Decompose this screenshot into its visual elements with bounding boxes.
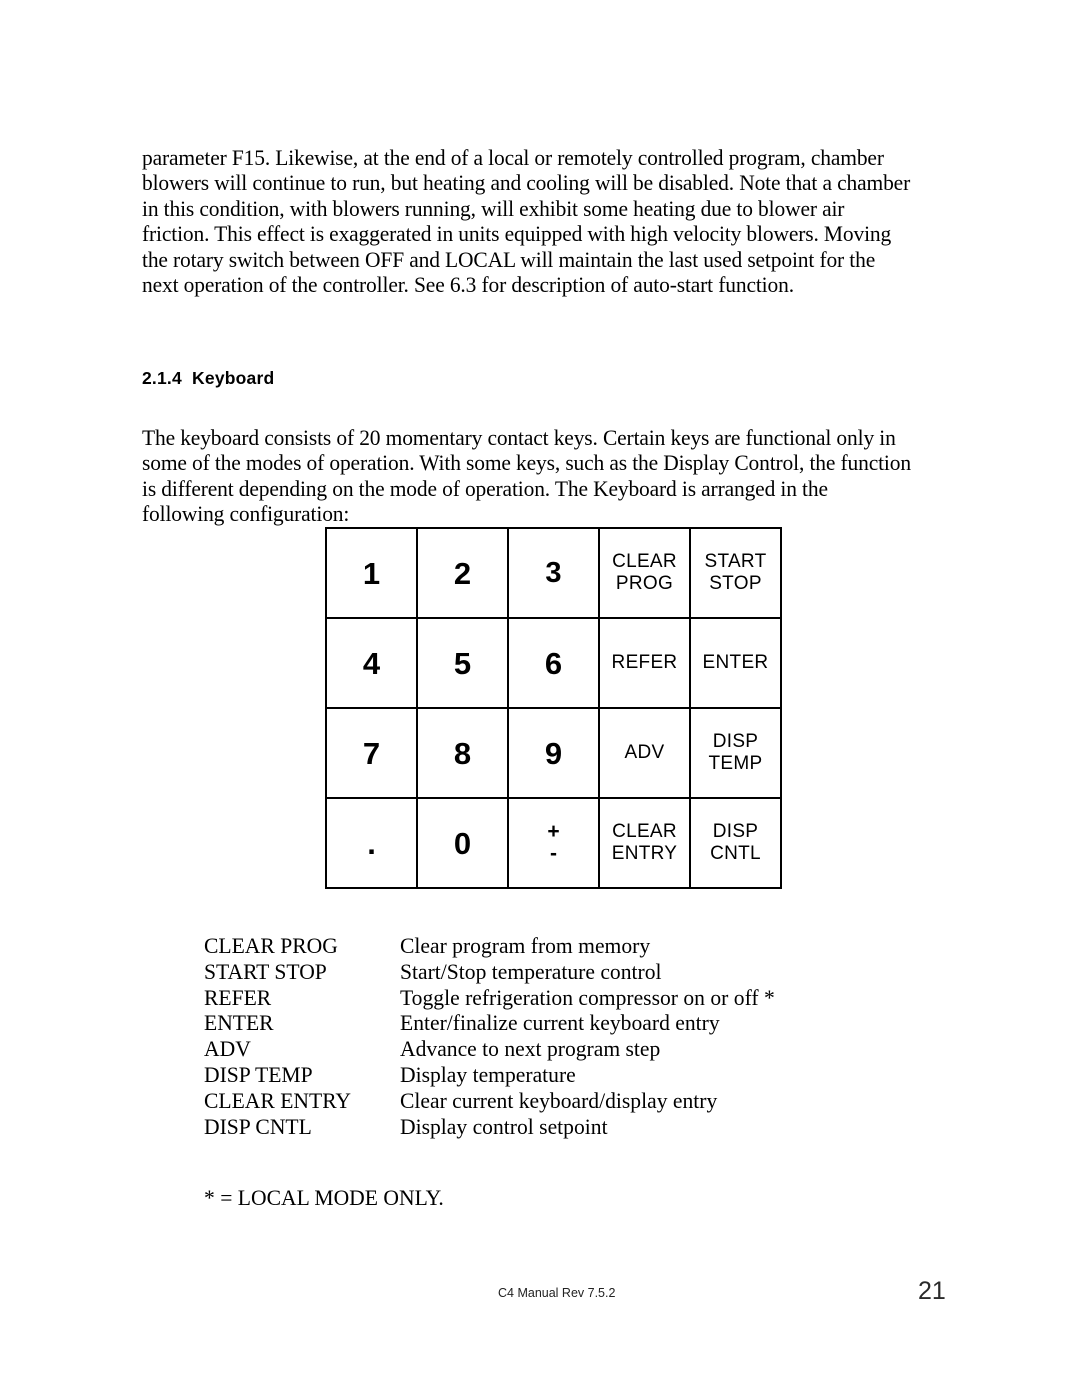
keypad-key-label: 2 xyxy=(453,555,472,591)
legend-description: Advance to next program step xyxy=(400,1036,661,1062)
keypad-key-5: 5 xyxy=(416,617,509,709)
keypad-key-refer: REFER xyxy=(598,617,691,709)
keypad-key-label: 0 xyxy=(453,825,472,861)
legend-description: Enter/finalize current keyboard entry xyxy=(400,1010,720,1036)
legend-description: Start/Stop temperature control xyxy=(400,958,662,984)
keypad-key-label-line2: ENTRY xyxy=(611,843,678,864)
keypad-key-label: 6 xyxy=(544,645,563,681)
list-item: ADV Advance to next program step xyxy=(204,1036,790,1062)
keypad-key-clear-prog: CLEAR PROG xyxy=(598,527,691,619)
keypad-key-6: 6 xyxy=(507,617,600,709)
list-item: CLEAR PROG Clear program from memory xyxy=(204,933,790,959)
legend-description: Clear program from memory xyxy=(400,933,651,958)
keypad-key-1: 1 xyxy=(325,527,418,619)
keypad-key-7: 7 xyxy=(325,707,418,799)
list-item: DISP CNTL Display control setpoint xyxy=(204,1114,790,1140)
list-item: DISP TEMP Display temperature xyxy=(204,1062,790,1088)
legend-description: Display temperature xyxy=(400,1061,576,1087)
keypad-key-label-line1: CLEAR xyxy=(612,551,677,572)
keypad-key-label-line1: DISP xyxy=(712,731,759,752)
keypad-key-label-line2: PROG xyxy=(615,573,674,594)
legend-description: Display control setpoint xyxy=(400,1113,608,1139)
keypad-key-adv: ADV xyxy=(598,707,691,799)
keypad-key-label: 4 xyxy=(362,645,381,681)
keypad-key-label-line2: STOP xyxy=(709,573,762,594)
keypad-key-3: 3 xyxy=(507,527,600,619)
footer-manual-label: C4 Manual Rev 7.5.2 xyxy=(498,1286,616,1300)
legend-term: START STOP xyxy=(204,958,327,984)
keypad-key-label-line1: ADV xyxy=(624,742,665,763)
keypad-table-body: 1 2 3 CLEAR PROG START STOP 4 5 6 REFER … xyxy=(325,527,782,889)
keypad-key-label-line1: DISP xyxy=(712,821,759,842)
keypad-key-label: 5 xyxy=(453,645,472,681)
keypad-key-label-line2: - xyxy=(550,842,557,865)
key-function-legend: CLEAR PROG Clear program from memory STAR… xyxy=(204,933,790,1139)
list-item: ENTER Enter/finalize current keyboard ent… xyxy=(204,1010,790,1036)
paragraph-intro: parameter F15. Likewise, at the end of a… xyxy=(142,144,911,298)
legend-term: REFER xyxy=(204,984,272,1010)
keypad-key-clear-entry: CLEAR ENTRY xyxy=(598,797,691,889)
footer-page-number: 21 xyxy=(918,1277,946,1305)
keypad-key-label-line2: TEMP xyxy=(708,753,763,774)
keypad-key-label-line1: ENTER xyxy=(702,652,769,673)
keypad-key-4: 4 xyxy=(325,617,418,709)
table-row: 1 2 3 CLEAR PROG START STOP xyxy=(325,527,782,619)
keypad-key-label-line1: START xyxy=(704,551,767,572)
legend-description: Clear current keyboard/display entry xyxy=(400,1087,718,1113)
keypad-key-0: 0 xyxy=(416,797,509,889)
table-row: . 0 + - CLEAR ENTRY DISP CNTL xyxy=(325,797,782,889)
keypad-key-label-line1: REFER xyxy=(611,652,678,673)
keypad-key-8: 8 xyxy=(416,707,509,799)
keypad-key-label: 7 xyxy=(362,735,381,771)
keypad-key-label: 9 xyxy=(544,735,563,771)
keypad-key-label: . xyxy=(367,825,376,861)
keypad-key-enter: ENTER xyxy=(689,617,782,709)
keypad-key-label: 3 xyxy=(545,556,562,589)
list-item: REFER Toggle refrigeration compressor on … xyxy=(204,985,790,1011)
keypad-key-label-line1: + xyxy=(547,820,560,843)
legend-term: ADV xyxy=(204,1036,251,1062)
list-item: START STOP Start/Stop temperature control xyxy=(204,959,790,985)
document-page: parameter F15. Likewise, at the end of a… xyxy=(0,0,1080,1397)
keypad-key-label-line2: CNTL xyxy=(710,843,761,864)
paragraph-keyboard-description: The keyboard consists of 20 momentary co… xyxy=(142,424,911,527)
keypad-key-label: 1 xyxy=(362,555,381,591)
keypad-key-9: 9 xyxy=(507,707,600,799)
legend-description: Toggle refrigeration compressor on or of… xyxy=(400,984,775,1010)
legend-term: CLEAR ENTRY xyxy=(204,1087,352,1113)
legend-term: CLEAR PROG xyxy=(204,933,338,958)
keypad-key-label-line1: CLEAR xyxy=(612,821,677,842)
table-row: 4 5 6 REFER ENTER xyxy=(325,617,782,709)
footnote-local-mode-only: * = LOCAL MODE ONLY. xyxy=(204,1185,444,1210)
section-heading-keyboard: 2.1.4 Keyboard xyxy=(142,367,275,388)
keypad-key-start-stop: START STOP xyxy=(689,527,782,619)
keypad-key-disp-cntl: DISP CNTL xyxy=(689,797,782,889)
table-row: 7 8 9 ADV DISP TEMP xyxy=(325,707,782,799)
keypad-key-label: 8 xyxy=(453,735,472,771)
legend-term: DISP CNTL xyxy=(204,1113,312,1139)
legend-term: DISP TEMP xyxy=(204,1061,313,1087)
keypad-diagram-table: 1 2 3 CLEAR PROG START STOP 4 5 6 REFER … xyxy=(325,527,782,889)
keypad-key-plus-minus: + - xyxy=(507,797,600,889)
list-item: CLEAR ENTRY Clear current keyboard/displa… xyxy=(204,1088,790,1114)
legend-term: ENTER xyxy=(204,1010,274,1036)
keypad-key-decimal-point: . xyxy=(325,797,418,889)
keypad-key-disp-temp: DISP TEMP xyxy=(689,707,782,799)
keypad-key-2: 2 xyxy=(416,527,509,619)
